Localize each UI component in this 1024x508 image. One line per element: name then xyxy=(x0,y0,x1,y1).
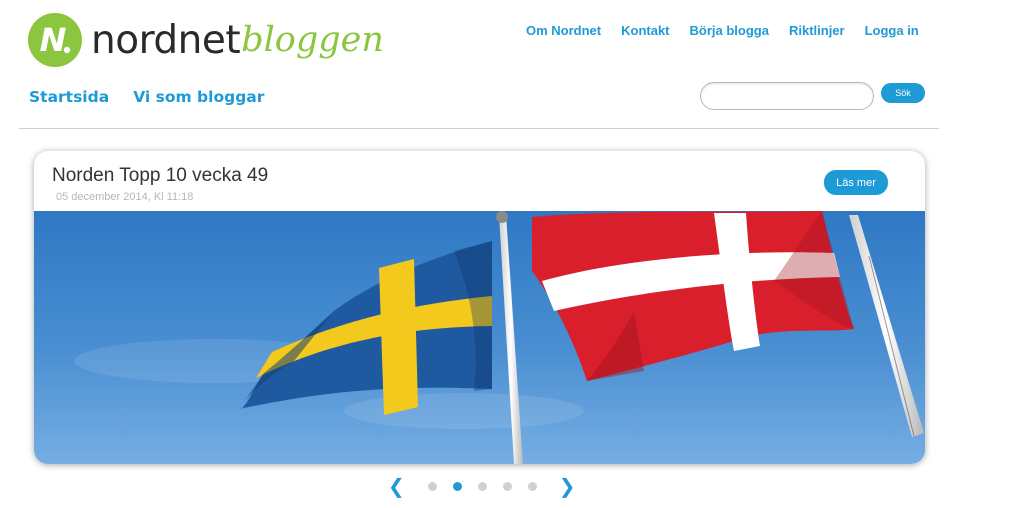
carousel-dot[interactable] xyxy=(527,481,537,491)
logo-product-text: bloggen xyxy=(241,19,384,60)
featured-post-card: Norden Topp 10 vecka 49 05 december 2014… xyxy=(34,151,925,464)
chevron-left-icon[interactable]: ❮ xyxy=(388,476,405,496)
featured-post-title[interactable]: Norden Topp 10 vecka 49 xyxy=(52,165,268,187)
header-divider xyxy=(19,128,939,129)
site-logo[interactable]: N nordnet bloggen xyxy=(28,12,384,68)
nav-link-kontakt[interactable]: Kontakt xyxy=(621,23,669,38)
featured-post-header: Norden Topp 10 vecka 49 05 december 2014… xyxy=(34,151,925,211)
carousel-pager: ❮ ❯ xyxy=(388,476,576,496)
logo-mark-letter: N xyxy=(40,21,67,59)
nav-link-startsida[interactable]: Startsida xyxy=(29,88,109,106)
nav-link-vi-som-bloggar[interactable]: Vi som bloggar xyxy=(133,88,264,106)
nav-link-borja-blogga[interactable]: Börja blogga xyxy=(690,23,769,38)
nav-link-om-nordnet[interactable]: Om Nordnet xyxy=(526,23,601,38)
carousel-dot[interactable] xyxy=(502,481,512,491)
chevron-right-icon[interactable]: ❯ xyxy=(559,476,576,496)
search-input[interactable] xyxy=(700,82,874,110)
featured-post-date: 05 december 2014, Kl 11:18 xyxy=(56,191,194,203)
logo-brand-text: nordnet xyxy=(91,17,241,63)
top-navigation: Om Nordnet Kontakt Börja blogga Riktlinj… xyxy=(526,23,919,38)
nav-link-riktlinjer[interactable]: Riktlinjer xyxy=(789,23,845,38)
nordnet-logo-icon: N xyxy=(28,13,82,67)
carousel-dot[interactable] xyxy=(427,481,437,491)
carousel-dot[interactable] xyxy=(477,481,487,491)
featured-post-image[interactable] xyxy=(34,211,925,464)
read-more-button[interactable]: Läs mer xyxy=(824,170,888,195)
carousel-dot-active[interactable] xyxy=(452,481,462,491)
main-navigation: Startsida Vi som bloggar xyxy=(29,88,264,106)
flagpole-finial xyxy=(496,211,508,223)
search-button[interactable]: Sök xyxy=(881,83,925,103)
nav-link-logga-in[interactable]: Logga in xyxy=(865,23,919,38)
